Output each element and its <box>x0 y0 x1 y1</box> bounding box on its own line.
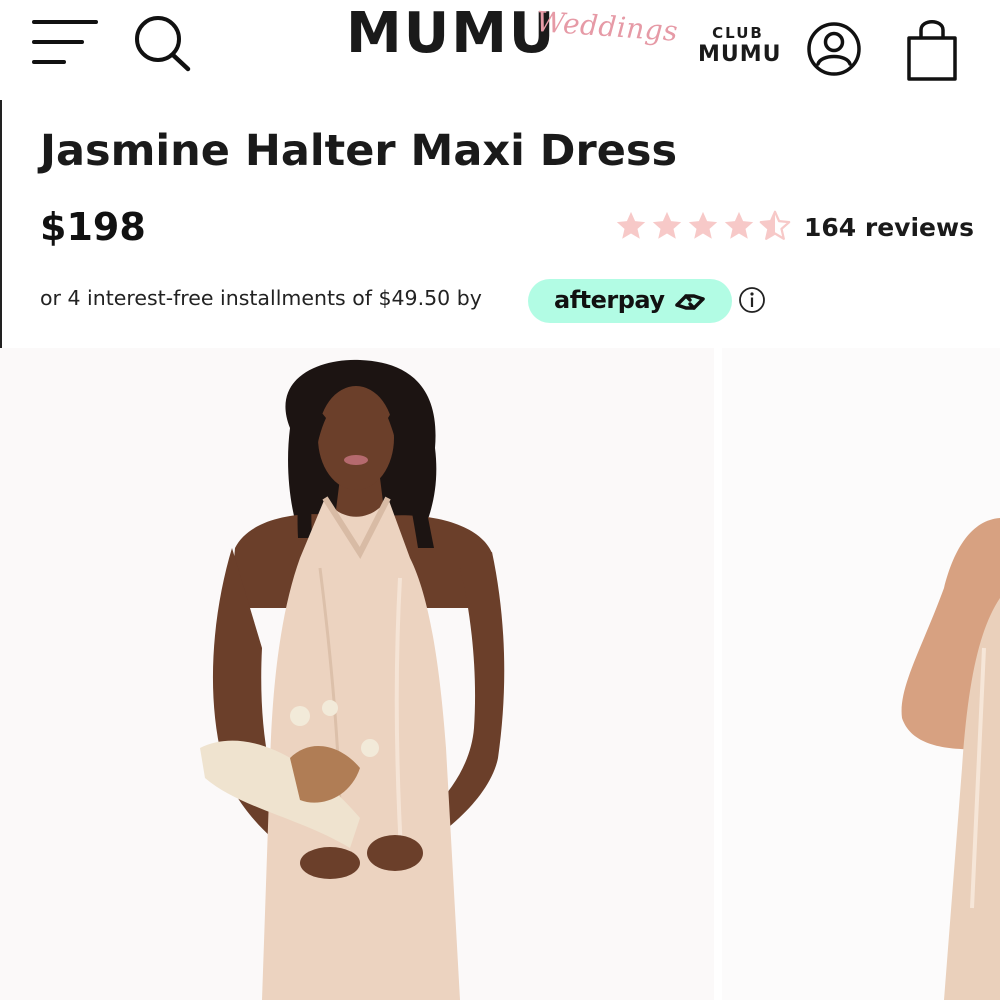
club-mumu-link[interactable]: CLUB MUMU <box>698 24 782 68</box>
shopping-bag-icon <box>907 20 957 81</box>
site-logo[interactable]: MUMU Weddings <box>346 1 679 88</box>
logo-script-weddings: Weddings <box>535 5 680 48</box>
star-half-icon <box>759 210 791 240</box>
logo-wordmark: MUMU <box>346 1 557 66</box>
afterpay-info-button[interactable] <box>738 286 766 314</box>
star-full-icon <box>616 211 646 239</box>
model-side-illustration <box>901 518 1000 1000</box>
product-gallery <box>0 348 1000 1000</box>
search-icon <box>135 16 191 72</box>
club-brand-label: MUMU <box>698 42 782 67</box>
afterpay-arrows-icon <box>675 294 705 310</box>
search-button[interactable] <box>130 12 194 74</box>
afterpay-badge[interactable]: afterpay <box>528 279 732 323</box>
model-front-illustration <box>200 359 505 1000</box>
star-full-icon <box>724 211 754 239</box>
star-full-icon <box>652 211 682 239</box>
menu-icon-line <box>32 20 98 24</box>
product-price: $198 <box>40 205 146 249</box>
product-rating[interactable]: 164 reviews <box>614 208 974 248</box>
info-icon <box>739 287 765 313</box>
menu-icon-line <box>32 40 84 44</box>
afterpay-label: afterpay <box>554 286 665 314</box>
installments-text: or 4 interest-free installments of $49.5… <box>40 286 482 310</box>
rating-stars <box>614 208 792 244</box>
product-image-side[interactable] <box>722 348 1000 1000</box>
star-full-icon <box>688 211 718 239</box>
product-title: Jasmine Halter Maxi Dress <box>40 126 678 176</box>
menu-icon-line <box>32 60 66 64</box>
account-icon <box>807 22 861 76</box>
site-header: MUMU Weddings CLUB MUMU <box>0 0 1000 100</box>
product-image-front[interactable] <box>0 348 714 1000</box>
menu-button[interactable] <box>28 18 100 70</box>
reviews-count-link[interactable]: 164 reviews <box>804 210 974 246</box>
club-label: CLUB <box>712 24 764 42</box>
shopping-bag-button[interactable] <box>904 16 960 84</box>
account-button[interactable] <box>805 20 863 78</box>
